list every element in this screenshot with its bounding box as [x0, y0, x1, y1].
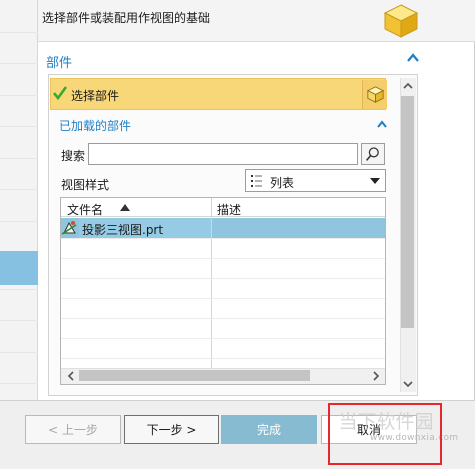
- finish-button[interactable]: 完成: [221, 415, 317, 444]
- search-label: 搜索: [61, 149, 86, 163]
- table-gridline: [61, 318, 385, 319]
- magnifier-icon: [365, 147, 379, 161]
- table-gridline: [61, 338, 385, 339]
- column-header-filename[interactable]: 文件名: [67, 201, 103, 218]
- loaded-parts-title[interactable]: 已加载的部件: [59, 117, 131, 134]
- table-gridline: [61, 358, 385, 359]
- scroll-left-arrow-icon[interactable]: [63, 368, 79, 384]
- part-file-icon: [61, 221, 77, 235]
- table-gridline: [61, 238, 385, 239]
- table-gridline: [61, 298, 385, 299]
- table-cell-filename: 投影三视图.prt: [82, 223, 164, 237]
- annotation-highlight-box: [328, 403, 442, 465]
- dialog-description: 选择部件或装配用作视图的基础: [42, 11, 211, 25]
- background-selected-row: [0, 251, 38, 285]
- search-input[interactable]: [88, 143, 358, 165]
- view-style-label: 视图样式: [61, 178, 110, 192]
- column-header-description[interactable]: 描述: [217, 201, 241, 218]
- chevron-up-icon[interactable]: [374, 117, 390, 133]
- table-gridline: [61, 278, 385, 279]
- part-section-title[interactable]: 部件: [46, 52, 72, 71]
- scroll-down-arrow-icon[interactable]: [400, 376, 416, 392]
- sort-ascending-icon: [120, 204, 130, 211]
- yellow-cube-icon: [367, 86, 384, 103]
- view-style-value: 列表: [270, 176, 295, 190]
- next-button[interactable]: 下一步 >: [124, 415, 219, 444]
- table-gridline: [61, 258, 385, 259]
- yellow-cube-icon: [383, 4, 419, 38]
- select-part-button[interactable]: [362, 80, 387, 109]
- scroll-right-arrow-icon[interactable]: [368, 368, 384, 384]
- column-divider: [211, 198, 212, 368]
- list-view-icon: [251, 175, 262, 187]
- horizontal-scroll-thumb[interactable]: [79, 370, 310, 381]
- vertical-scroll-thumb[interactable]: [401, 96, 414, 328]
- chevron-up-icon[interactable]: [405, 50, 421, 66]
- background-list-panel: [0, 0, 38, 469]
- search-button[interactable]: [361, 143, 385, 165]
- back-button[interactable]: < 上一步: [25, 415, 121, 444]
- dropdown-arrow-icon: [370, 178, 380, 184]
- select-part-label: 选择部件: [71, 89, 120, 103]
- green-check-icon: [53, 86, 67, 100]
- scroll-up-arrow-icon[interactable]: [400, 78, 416, 94]
- view-style-dropdown[interactable]: [245, 169, 386, 192]
